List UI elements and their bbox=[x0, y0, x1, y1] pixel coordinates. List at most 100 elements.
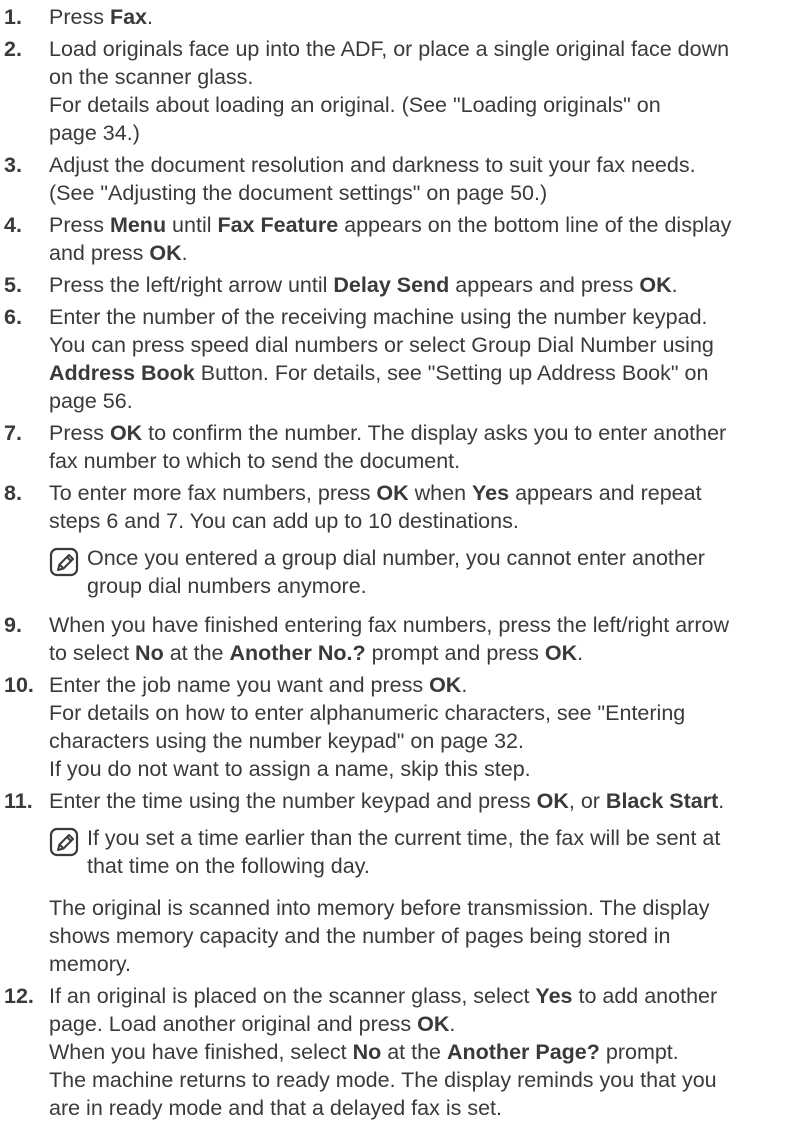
step-text-line: page 56. bbox=[49, 387, 800, 415]
step-item: 8. To enter more fax numbers, press OK wh… bbox=[4, 479, 800, 600]
step-text-line: You can press speed dial numbers or sele… bbox=[49, 331, 800, 359]
step-text: Press bbox=[49, 421, 110, 445]
step-followup-paragraph: The original is scanned into memory befo… bbox=[49, 894, 800, 978]
step-text-line: For details on how to enter alphanumeric… bbox=[49, 699, 800, 727]
bold-term: OK bbox=[544, 641, 578, 665]
step-text-line: (See "Adjusting the document settings" o… bbox=[49, 179, 800, 207]
bold-term: Address Book bbox=[49, 361, 195, 385]
step-text-line: If you do not want to assign a name, ski… bbox=[49, 755, 800, 783]
step-text: page 56. bbox=[49, 389, 133, 413]
step-text: to add another bbox=[572, 984, 718, 1008]
step-item: 3. Adjust the document resolution and dar… bbox=[4, 151, 800, 207]
step-text: When you have finished, select bbox=[49, 1040, 353, 1064]
step-text: to select bbox=[49, 641, 136, 665]
bold-term: Yes bbox=[535, 984, 573, 1008]
step-text: on the scanner glass. bbox=[49, 65, 254, 89]
step-text: To enter more fax numbers, press bbox=[49, 481, 377, 505]
step-text-line: When you have finished, select No at the… bbox=[49, 1038, 800, 1066]
step-text: appears and repeat bbox=[509, 481, 702, 505]
step-text: page 34.) bbox=[49, 121, 140, 145]
step-text: If an original is placed on the scanner … bbox=[49, 984, 536, 1008]
step-number: 7. bbox=[4, 421, 22, 445]
step-number: 6. bbox=[4, 305, 22, 329]
step-text: . bbox=[577, 641, 584, 665]
step-text-line: Adjust the document resolution and darkn… bbox=[49, 151, 800, 179]
step-text: . bbox=[461, 673, 468, 697]
step-text-line: Enter the job name you want and press OK… bbox=[49, 671, 800, 699]
step-number: 2. bbox=[4, 37, 22, 61]
step-text-line: Load originals face up into the ADF, or … bbox=[49, 35, 800, 63]
note-box: Once you entered a group dial number, yo… bbox=[49, 544, 800, 600]
step-item: 6. Enter the number of the receiving mach… bbox=[4, 303, 800, 415]
step-text-line: Press Fax. bbox=[49, 3, 800, 31]
step-text-line: For details about loading an original. (… bbox=[49, 91, 800, 119]
step-text: characters using the number keypad" on p… bbox=[49, 729, 524, 753]
step-list: 1. Press Fax. 2. Load originals face up int… bbox=[4, 3, 800, 1122]
step-text: . bbox=[181, 241, 188, 265]
step-number: 10. bbox=[4, 673, 34, 697]
step-text: Enter the number of the receiving machin… bbox=[49, 305, 708, 329]
step-text: appears and press bbox=[449, 273, 640, 297]
note-text: group dial numbers anymore. bbox=[87, 574, 367, 598]
instruction-page: 1. Press Fax. 2. Load originals face up int… bbox=[0, 0, 808, 1120]
step-item: 5. Press the left/right arrow until Delay… bbox=[4, 271, 800, 299]
bold-term: Fax bbox=[109, 5, 147, 29]
step-text: For details on how to enter alphanumeric… bbox=[49, 701, 686, 725]
step-number: 11. bbox=[4, 789, 33, 813]
note-box: If you set a time earlier than the curre… bbox=[49, 824, 800, 880]
step-text: , or bbox=[568, 789, 606, 813]
note-text: that time on the following day. bbox=[87, 854, 370, 878]
step-text: until bbox=[166, 213, 218, 237]
step-text-line: Enter the number of the receiving machin… bbox=[49, 303, 800, 331]
step-text: Press the left/right arrow until bbox=[49, 273, 334, 297]
note-pencil-icon bbox=[49, 547, 79, 577]
step-text-line: Press OK to confirm the number. The disp… bbox=[49, 419, 800, 447]
bold-term: OK bbox=[639, 273, 672, 297]
step-text-line: page 34.) bbox=[49, 119, 800, 147]
step-text: For details about loading an original. (… bbox=[49, 93, 661, 117]
step-text: and press bbox=[49, 241, 150, 265]
bold-term: Another Page? bbox=[446, 1040, 600, 1064]
step-text: (See "Adjusting the document settings" o… bbox=[49, 181, 548, 205]
step-text-line: are in ready mode and that a delayed fax… bbox=[49, 1094, 800, 1122]
step-text-line: to select No at the Another No.? prompt … bbox=[49, 639, 800, 667]
step-number: 4. bbox=[4, 213, 22, 237]
step-text: If you do not want to assign a name, ski… bbox=[49, 757, 531, 781]
step-text: When you have finished entering fax numb… bbox=[49, 613, 729, 637]
step-text: Load originals face up into the ADF, or … bbox=[49, 37, 730, 61]
bold-term: OK bbox=[149, 241, 182, 265]
step-item: 1. Press Fax. bbox=[4, 3, 800, 31]
step-text: . bbox=[671, 273, 678, 297]
step-text-line: When you have finished entering fax numb… bbox=[49, 611, 800, 639]
bold-term: No bbox=[352, 1040, 382, 1064]
step-text: are in ready mode and that a delayed fax… bbox=[49, 1096, 502, 1120]
step-text-line: The machine returns to ready mode. The d… bbox=[49, 1066, 800, 1094]
step-text: at the bbox=[163, 641, 230, 665]
bold-term: OK bbox=[536, 789, 569, 813]
step-text: steps 6 and 7. You can add up to 10 dest… bbox=[49, 509, 519, 533]
step-item: 7. Press OK to confirm the number. The di… bbox=[4, 419, 800, 475]
step-number: 5. bbox=[4, 273, 22, 297]
step-text-line: Press the left/right arrow until Delay S… bbox=[49, 271, 800, 299]
step-text-line: characters using the number keypad" on p… bbox=[49, 727, 800, 755]
step-text-line: and press OK. bbox=[49, 239, 800, 267]
step-text: when bbox=[408, 481, 473, 505]
followup-text: shows memory capacity and the number of … bbox=[49, 924, 671, 948]
note-text: Once you entered a group dial number, yo… bbox=[87, 546, 705, 570]
followup-text: The original is scanned into memory befo… bbox=[49, 896, 710, 920]
step-text: The machine returns to ready mode. The d… bbox=[49, 1068, 717, 1092]
step-text-line: on the scanner glass. bbox=[49, 63, 800, 91]
step-text-line: fax number to which to send the document… bbox=[49, 447, 800, 475]
step-text: prompt. bbox=[599, 1040, 679, 1064]
note-text: If you set a time earlier than the curre… bbox=[87, 826, 721, 850]
step-text: fax number to which to send the document… bbox=[49, 449, 461, 473]
bold-term: OK bbox=[109, 421, 143, 445]
step-text-line: Press Menu until Fax Feature appears on … bbox=[49, 211, 800, 239]
step-text-line: If an original is placed on the scanner … bbox=[49, 982, 800, 1010]
bold-term: Yes bbox=[472, 481, 510, 505]
followup-text: memory. bbox=[49, 952, 132, 976]
step-number: 1. bbox=[4, 5, 22, 29]
step-text-line: To enter more fax numbers, press OK when… bbox=[49, 479, 800, 507]
step-number: 9. bbox=[4, 613, 22, 637]
bold-term: Menu bbox=[109, 213, 167, 237]
